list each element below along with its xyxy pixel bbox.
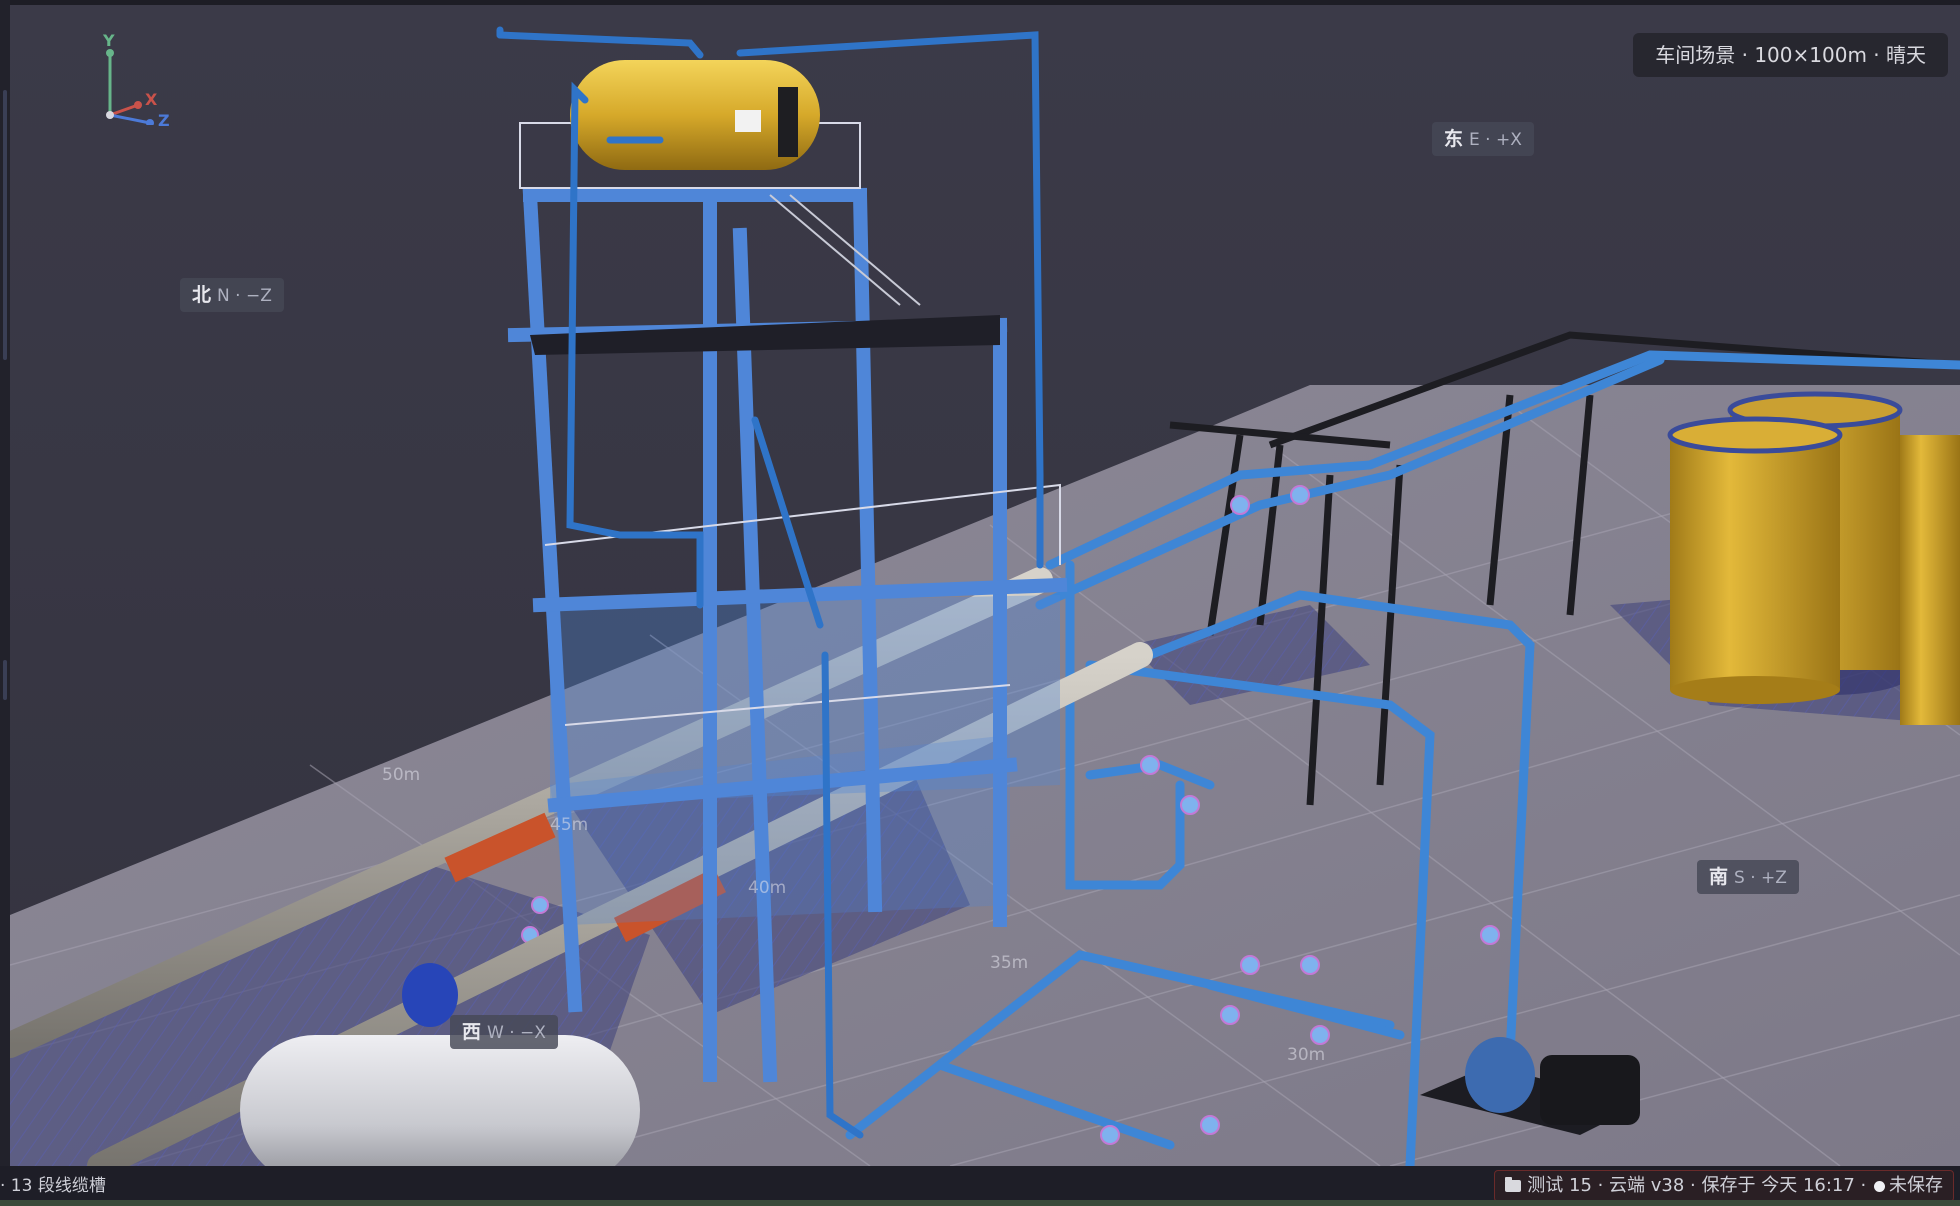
save-state-label: 未保存 xyxy=(1889,1175,1943,1196)
project-status-text: 测试 15 · 云端 v38 · 保存于 今天 16:17 · xyxy=(1527,1175,1867,1196)
compass-south-axis: S · +Z xyxy=(1734,868,1787,888)
compass-west-cn: 西 xyxy=(462,1021,482,1043)
distance-marker: 35m xyxy=(990,953,1029,973)
3d-viewport[interactable]: 车间场景 · 100×100m · 晴天 北N · −Z 东E · +X 南S … xyxy=(10,5,1960,1166)
compass-east: 东E · +X xyxy=(1432,122,1534,156)
left-rail-marker xyxy=(3,660,7,700)
scene-title: 车间场景 · 100×100m · 晴天 xyxy=(1633,33,1948,77)
compass-south: 南S · +Z xyxy=(1697,860,1799,894)
project-status[interactable]: 测试 15 · 云端 v38 · 保存于 今天 16:17 · 未保存 xyxy=(1494,1170,1954,1202)
left-rail xyxy=(0,0,10,1166)
folder-icon xyxy=(1505,1177,1522,1192)
compass-north-cn: 北 xyxy=(192,284,212,306)
compass-north: 北N · −Z xyxy=(180,278,284,312)
unsaved-dot-icon xyxy=(1874,1181,1885,1192)
compass-west: 西W · −X xyxy=(450,1015,558,1049)
vessel-top[interactable] xyxy=(570,60,820,170)
compass-east-axis: E · +X xyxy=(1469,130,1522,150)
axis-z-label: Z xyxy=(158,111,170,130)
scene-render[interactable] xyxy=(10,5,1960,1166)
compass-south-cn: 南 xyxy=(1709,866,1729,888)
distance-marker: 45m xyxy=(550,815,589,835)
distance-marker: 40m xyxy=(748,878,787,898)
axis-gizmo[interactable]: Y X Z xyxy=(100,31,190,130)
white-tank[interactable] xyxy=(240,1035,640,1166)
left-rail-marker xyxy=(3,90,7,360)
compass-north-axis: N · −Z xyxy=(217,286,272,306)
axis-x-label: X xyxy=(145,90,158,109)
distance-marker: 30m xyxy=(1287,1045,1326,1065)
axis-y-label: Y xyxy=(103,31,115,50)
window-bottom-strip xyxy=(0,1200,1960,1206)
compass-east-cn: 东 xyxy=(1444,128,1464,150)
storage-tanks[interactable] xyxy=(1667,391,1960,725)
compass-west-axis: W · −X xyxy=(487,1023,546,1043)
distance-marker: 50m xyxy=(382,765,421,785)
